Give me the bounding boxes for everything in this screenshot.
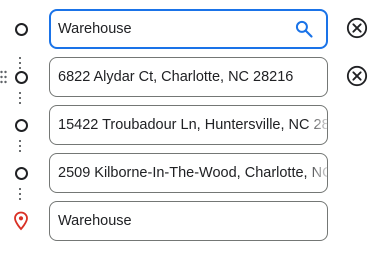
stop-row-2: 6822 Alydar Ct, Charlotte, NC 28216 <box>0 57 386 97</box>
origin-input-value: Warehouse <box>58 21 132 37</box>
connector-dots <box>19 92 21 106</box>
circle-icon <box>15 71 28 84</box>
destination-input-value: Warehouse <box>58 213 132 229</box>
destination-input[interactable]: Warehouse <box>49 201 328 241</box>
connector-dots <box>19 188 21 202</box>
remove-stop-1-button[interactable] <box>346 17 368 39</box>
stop-row-5: Warehouse <box>0 201 386 241</box>
connector-dots <box>19 140 21 154</box>
stop-row-3: 15422 Troubadour Ln, Huntersville, NC 28… <box>0 105 386 145</box>
stop-2-input-value: 6822 Alydar Ct, Charlotte, NC 28216 <box>58 69 294 85</box>
stop-row-4: 2509 Kilborne-In-The-Wood, Charlotte, NC <box>0 153 386 193</box>
stop-3-input[interactable]: 15422 Troubadour Ln, Huntersville, NC 28… <box>49 105 328 145</box>
stop-2-input[interactable]: 6822 Alydar Ct, Charlotte, NC 28216 <box>49 57 328 97</box>
circle-icon <box>15 23 28 36</box>
drag-handle-icon[interactable] <box>0 70 8 84</box>
circle-icon <box>15 119 28 132</box>
origin-input[interactable]: Warehouse <box>49 9 328 49</box>
circle-icon <box>15 167 28 180</box>
stop-4-input[interactable]: 2509 Kilborne-In-The-Wood, Charlotte, NC <box>49 153 328 193</box>
search-icon[interactable] <box>294 19 314 39</box>
remove-stop-2-button[interactable] <box>346 65 368 87</box>
stop-row-1: Warehouse <box>0 9 386 49</box>
stop-4-input-value: 2509 Kilborne-In-The-Wood, Charlotte, NC <box>58 165 327 181</box>
destination-pin-icon <box>14 211 28 231</box>
stop-3-input-value: 15422 Troubadour Ln, Huntersville, NC 28… <box>58 117 327 133</box>
